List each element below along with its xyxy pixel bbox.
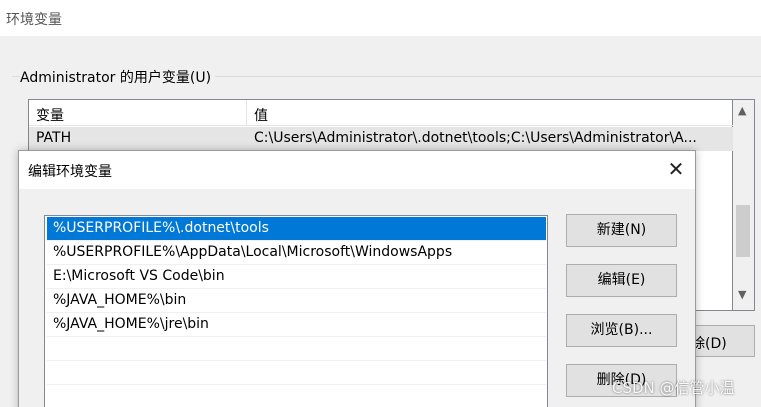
close-icon[interactable]: ✕: [665, 159, 687, 181]
list-item-label: %USERPROFILE%\AppData\Local\Microsoft\Wi…: [53, 244, 453, 260]
list-item-label: E:\Microsoft VS Code\bin: [53, 268, 225, 284]
scroll-down-icon[interactable]: ▼: [738, 288, 746, 301]
edit-environment-variable-dialog: 编辑环境变量 ✕ %USERPROFILE%\.dotnet\tools %US…: [18, 150, 696, 407]
edit-button[interactable]: 编辑(E): [566, 264, 677, 297]
scrollbar-thumb[interactable]: [736, 205, 750, 257]
list-item[interactable]: %USERPROFILE%\.dotnet\tools: [47, 217, 546, 241]
list-item[interactable]: E:\Microsoft VS Code\bin: [47, 265, 546, 289]
list-item[interactable]: %USERPROFILE%\AppData\Local\Microsoft\Wi…: [47, 241, 546, 265]
browse-button[interactable]: 浏览(B)...: [566, 314, 677, 347]
scroll-up-icon[interactable]: ▲: [738, 104, 746, 117]
list-item[interactable]: [47, 385, 546, 407]
list-item[interactable]: %JAVA_HOME%\jre\bin: [47, 313, 546, 337]
watermark: CSDN @信管小温: [612, 379, 735, 397]
list-item-label: %JAVA_HOME%\jre\bin: [53, 316, 209, 332]
list-item[interactable]: %JAVA_HOME%\bin: [47, 289, 546, 313]
window-titlebar: 环境变量: [0, 0, 761, 36]
button-label: 除(D): [691, 336, 727, 352]
list-item[interactable]: [47, 337, 546, 361]
window-title: 环境变量: [6, 12, 62, 28]
table-scrollbar[interactable]: ▲ ▼: [733, 99, 755, 311]
dialog-title: 编辑环境变量: [28, 164, 112, 180]
path-entries-list[interactable]: %USERPROFILE%\.dotnet\tools %USERPROFILE…: [44, 215, 548, 407]
variable-name-cell: PATH: [36, 130, 72, 146]
table-header: 变量 值: [29, 100, 734, 126]
list-item-label: %JAVA_HOME%\bin: [53, 292, 187, 308]
user-vars-group-label: Administrator 的用户变量(U): [20, 67, 216, 87]
new-button[interactable]: 新建(N): [566, 214, 677, 247]
column-header-variable[interactable]: 变量: [36, 105, 64, 125]
list-item-label: %USERPROFILE%\.dotnet\tools: [53, 220, 269, 236]
list-item[interactable]: [47, 361, 546, 385]
variable-value-cell: C:\Users\Administrator\.dotnet\tools;C:\…: [254, 130, 697, 146]
table-row[interactable]: PATH C:\Users\Administrator\.dotnet\tool…: [29, 127, 734, 151]
column-divider: [246, 100, 247, 126]
column-header-value[interactable]: 值: [254, 105, 268, 125]
dialog-titlebar: 编辑环境变量 ✕: [19, 151, 695, 189]
